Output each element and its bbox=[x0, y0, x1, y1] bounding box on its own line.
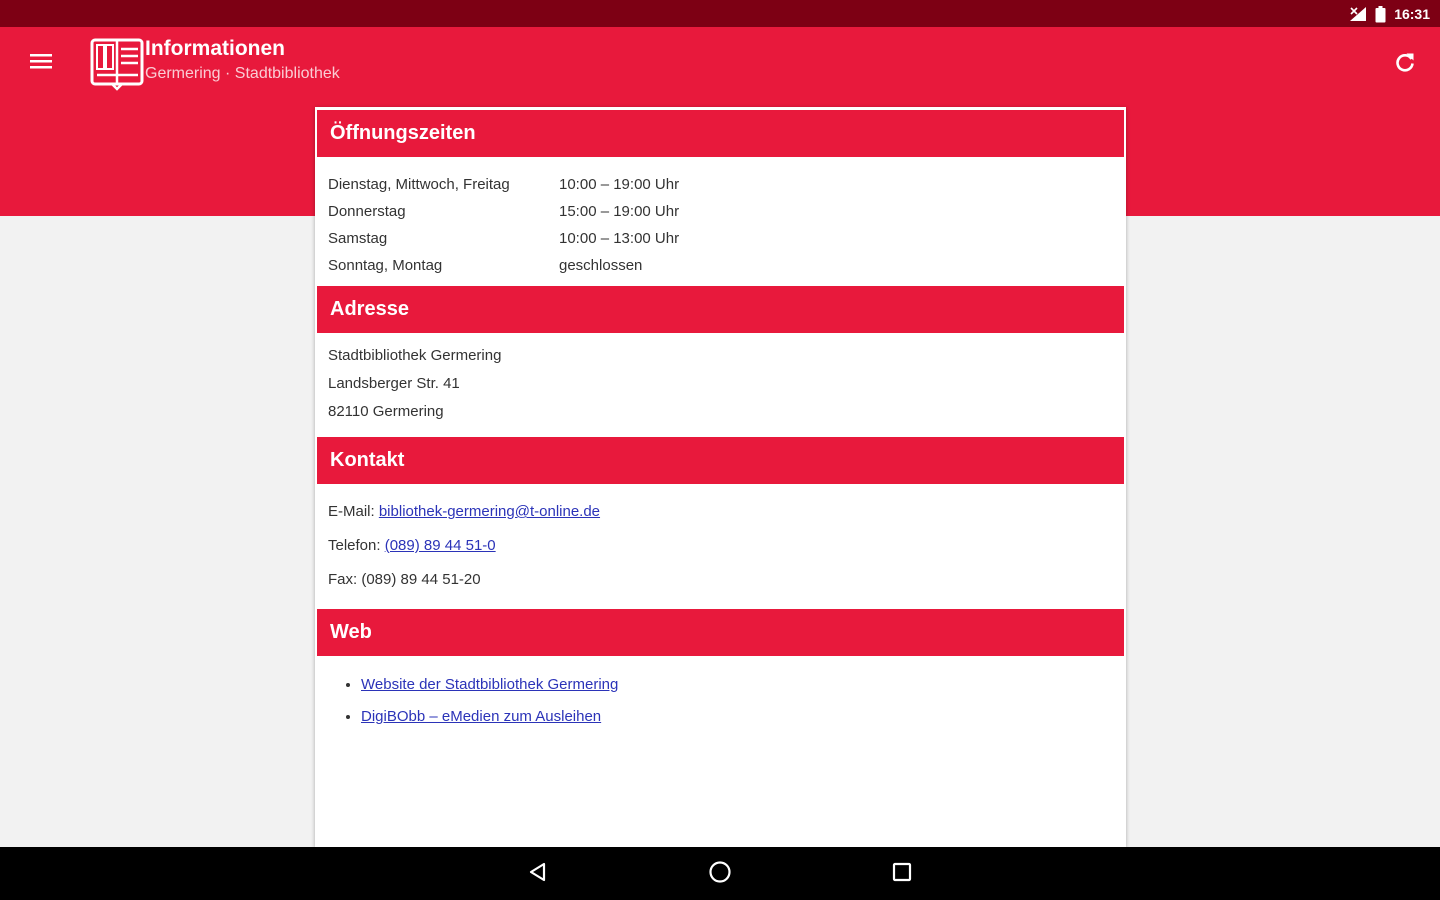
email-line: E-Mail: bibliothek-germering@t-online.de bbox=[328, 495, 1126, 529]
recents-button[interactable] bbox=[887, 859, 917, 889]
hours-day: Donnerstag bbox=[328, 203, 406, 220]
refresh-icon bbox=[1394, 51, 1416, 78]
status-bar: 16:31 bbox=[0, 0, 1440, 27]
website-link[interactable]: Website der Stadtbibliothek Germering bbox=[361, 676, 618, 693]
page-subtitle: Germering · Stadtbibliothek bbox=[145, 65, 340, 82]
hours-time: 15:00 – 19:00 Uhr bbox=[559, 203, 680, 220]
home-circle-icon bbox=[708, 860, 732, 889]
opening-hours-list: Dienstag, Mittwoch, Freitag 10:00 – 19:0… bbox=[315, 157, 1126, 286]
email-link[interactable]: bibliothek-germering@t-online.de bbox=[379, 503, 600, 520]
address-line: Landsberger Str. 41 bbox=[328, 375, 460, 392]
phone-link[interactable]: (089) 89 44 51-0 bbox=[385, 537, 496, 554]
system-navigation-bar bbox=[0, 847, 1440, 900]
hours-row: Donnerstag 15:00 – 19:00 Uhr bbox=[328, 198, 1126, 225]
hamburger-menu-icon bbox=[30, 53, 52, 74]
section-header-opening-hours: Öffnungszeiten bbox=[317, 110, 1124, 157]
back-triangle-icon bbox=[527, 861, 549, 888]
fax-line: Fax: (089) 89 44 51-20 bbox=[328, 571, 481, 588]
info-card: Öffnungszeiten Dienstag, Mittwoch, Freit… bbox=[315, 107, 1126, 847]
address-line: Stadtbibliothek Germering bbox=[328, 347, 502, 364]
phone-label: Telefon: bbox=[328, 537, 385, 554]
hours-row: Samstag 10:00 – 13:00 Uhr bbox=[328, 225, 1126, 252]
status-time: 16:31 bbox=[1394, 6, 1430, 22]
hours-time: 10:00 – 13:00 Uhr bbox=[559, 230, 680, 247]
hours-day: Dienstag, Mittwoch, Freitag bbox=[328, 176, 510, 193]
back-button[interactable] bbox=[523, 859, 553, 889]
page-title: Informationen bbox=[145, 37, 285, 60]
list-item: DigiBObb – eMedien zum Ausleihen bbox=[361, 701, 1126, 733]
hours-row: Dienstag, Mittwoch, Freitag 10:00 – 19:0… bbox=[328, 171, 1126, 198]
web-links: Website der Stadtbibliothek Germering Di… bbox=[315, 656, 1126, 733]
signal-icon bbox=[1349, 6, 1367, 22]
hours-day: Samstag bbox=[328, 230, 388, 247]
section-header-web: Web bbox=[317, 609, 1124, 656]
battery-icon bbox=[1375, 5, 1386, 23]
web-link-list: Website der Stadtbibliothek Germering Di… bbox=[361, 669, 1126, 733]
menu-button[interactable] bbox=[24, 51, 58, 75]
email-label: E-Mail: bbox=[328, 503, 379, 520]
refresh-button[interactable] bbox=[1390, 49, 1420, 79]
status-icons: 16:31 bbox=[1349, 4, 1430, 24]
hours-time: geschlossen bbox=[559, 257, 643, 274]
recents-square-icon bbox=[891, 861, 913, 888]
phone-line: Telefon: (089) 89 44 51-0 bbox=[328, 529, 1126, 563]
hours-day: Sonntag, Montag bbox=[328, 257, 443, 274]
contact-block: E-Mail: bibliothek-germering@t-online.de… bbox=[315, 484, 1126, 609]
home-button[interactable] bbox=[705, 859, 735, 889]
hours-time: 10:00 – 19:00 Uhr bbox=[559, 176, 680, 193]
list-item: Website der Stadtbibliothek Germering bbox=[361, 669, 1126, 701]
address-block: Stadtbibliothek Germering Landsberger St… bbox=[315, 333, 1126, 437]
library-book-logo-icon bbox=[90, 37, 144, 91]
title-block: Informationen Germering · Stadtbibliothe… bbox=[145, 36, 340, 86]
digibobb-link[interactable]: DigiBObb – eMedien zum Ausleihen bbox=[361, 708, 601, 725]
section-header-address: Adresse bbox=[317, 286, 1124, 333]
hours-row: Sonntag, Montag geschlossen bbox=[328, 252, 1126, 279]
section-header-contact: Kontakt bbox=[317, 437, 1124, 484]
address-line: 82110 Germering bbox=[328, 403, 444, 420]
